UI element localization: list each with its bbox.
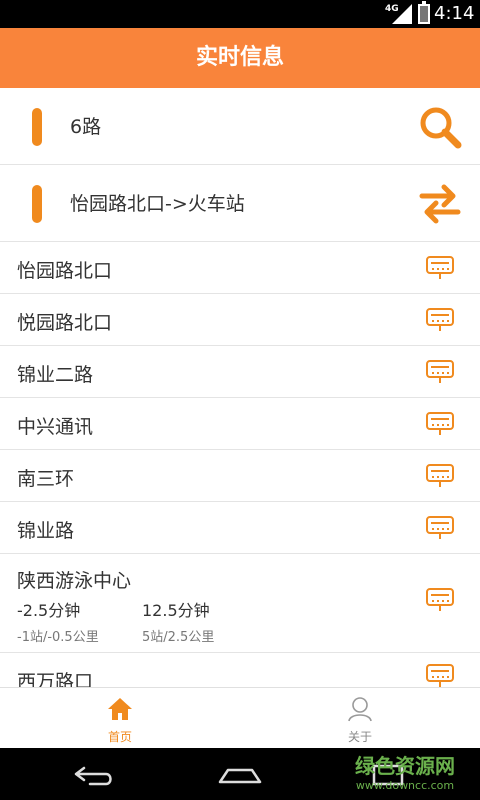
search-icon[interactable]	[418, 105, 462, 149]
list-item[interactable]: 怡园路北口	[0, 243, 480, 294]
watermark-title: 绿色资源网	[355, 754, 455, 778]
stop-name: 怡园路北口	[17, 260, 113, 282]
bus1-eta: -2.5分钟	[17, 601, 81, 620]
stop-name: 西万路口	[17, 671, 94, 687]
bus2-distance: 5站/2.5公里	[142, 630, 215, 645]
list-item[interactable]: 悦园路北口	[0, 295, 480, 346]
list-item[interactable]: 锦业路	[0, 503, 480, 554]
stop-name: 锦业路	[17, 520, 75, 542]
direction-row[interactable]: 怡园路北口->火车站	[0, 166, 480, 242]
swap-icon[interactable]	[418, 182, 462, 226]
stop-name: 悦园路北口	[17, 312, 113, 334]
bus-stop-icon	[426, 256, 454, 279]
tab-about[interactable]: 关于	[240, 688, 480, 749]
line-selector[interactable]: 6路	[0, 89, 480, 165]
bus-stop-icon	[426, 588, 454, 611]
bus-stop-icon	[426, 360, 454, 383]
status-bar: 4G 4:14	[0, 0, 480, 28]
list-item[interactable]: 陕西游泳中心 -2.5分钟 12.5分钟 -1站/-0.5公里 5站/2.5公里	[0, 555, 480, 653]
stop-name: 南三环	[17, 468, 75, 490]
line-name: 6路	[70, 116, 102, 138]
person-icon	[348, 697, 372, 722]
tab-about-label: 关于	[347, 730, 372, 744]
bus-stop-icon	[426, 308, 454, 331]
stop-name: 锦业二路	[17, 364, 94, 386]
direction-text: 怡园路北口->火车站	[70, 193, 245, 215]
tab-home[interactable]: 首页	[0, 688, 240, 749]
page-title: 实时信息	[0, 28, 480, 88]
line-marker	[32, 108, 42, 146]
home-icon	[108, 698, 132, 720]
battery-icon	[418, 1, 430, 24]
list-item[interactable]: 锦业二路	[0, 347, 480, 398]
bus-stop-icon	[426, 516, 454, 539]
clock: 4:14	[434, 3, 475, 24]
list-item[interactable]: 南三环	[0, 451, 480, 502]
list-item[interactable]: 西万路口	[0, 654, 480, 687]
list-item[interactable]: 中兴通讯	[0, 399, 480, 450]
bus-stop-icon	[426, 664, 454, 687]
bus1-distance: -1站/-0.5公里	[17, 630, 99, 645]
stop-name: 陕西游泳中心	[17, 570, 132, 592]
bus-stop-icon	[426, 464, 454, 487]
watermark: 绿色资源网 www.downcc.com	[340, 750, 470, 792]
watermark-url: www.downcc.com	[355, 779, 455, 792]
bus2-eta: 12.5分钟	[142, 601, 210, 620]
signal-icon	[392, 4, 412, 24]
bus-stop-icon	[426, 412, 454, 435]
home-nav-icon[interactable]	[216, 758, 264, 790]
bottom-tab-bar: 首页 关于	[0, 687, 480, 748]
back-icon[interactable]	[70, 758, 118, 790]
stop-name: 中兴通讯	[17, 416, 94, 438]
tab-home-label: 首页	[107, 730, 132, 744]
direction-marker	[32, 185, 42, 223]
